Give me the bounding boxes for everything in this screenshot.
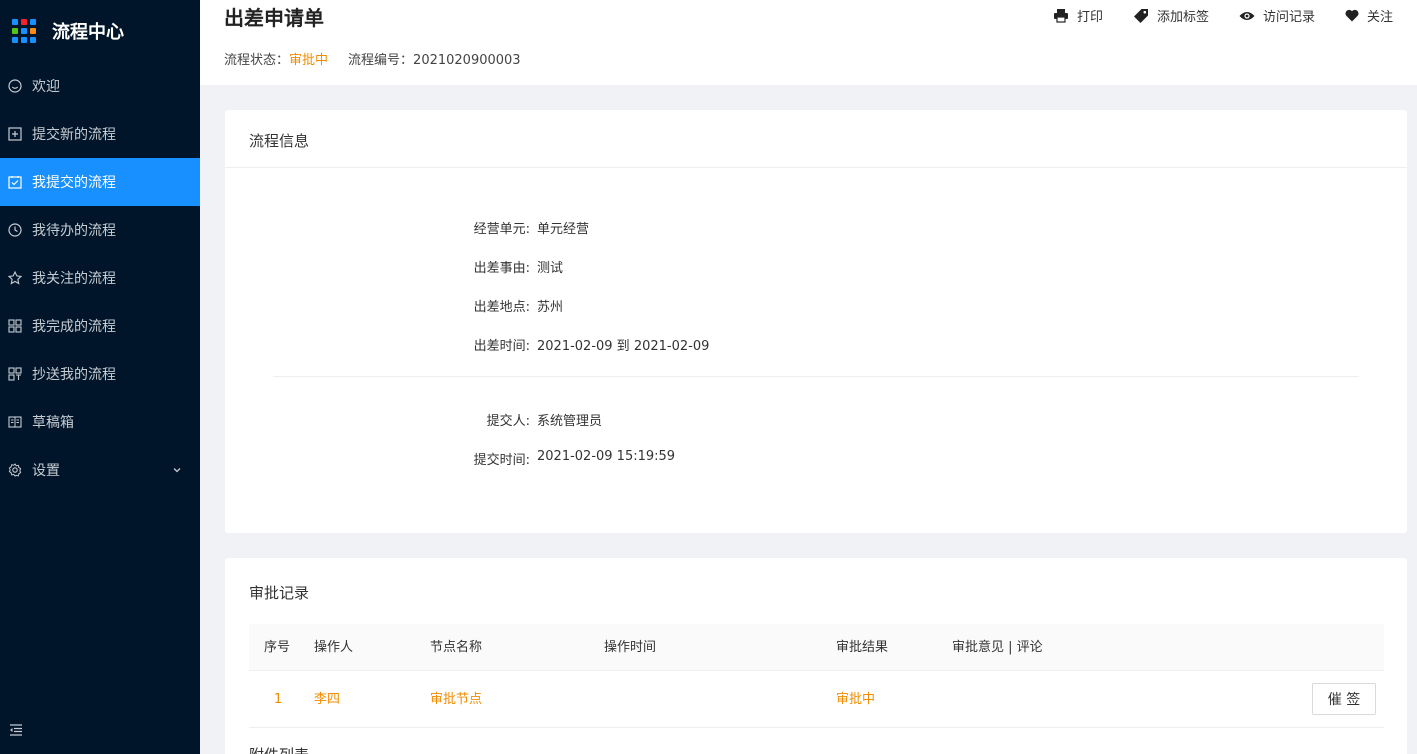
field-submit-time: 提交时间: 2021-02-09 15:19:59 xyxy=(225,449,1407,469)
book-icon xyxy=(8,415,22,429)
attachments-title: 附件列表 xyxy=(249,744,309,754)
field-label: 出差事由: xyxy=(473,261,530,276)
sidebar-item-cc-to-me[interactable]: 抄送我的流程 xyxy=(0,350,200,398)
field-value: 测试 xyxy=(537,261,564,276)
field-trip-location: 出差地点: 苏州 xyxy=(225,296,1407,316)
visit-log-button[interactable]: 访问记录 xyxy=(1239,6,1315,25)
divider xyxy=(225,167,1407,168)
smile-icon xyxy=(8,79,22,93)
page-header: 出差申请单 流程状态：审批中 流程编号：2021020900003 打印 添加标签… xyxy=(200,0,1417,85)
field-label: 经营单元: xyxy=(473,222,530,237)
row-result: 审批中 xyxy=(836,692,876,707)
field-trip-reason: 出差事由: 测试 xyxy=(225,257,1407,277)
divider xyxy=(273,376,1359,377)
field-submitter: 提交人: 系统管理员 xyxy=(225,410,1407,430)
brand[interactable]: 流程中心 xyxy=(0,0,200,62)
tag-icon xyxy=(1133,8,1148,23)
page-title: 出差申请单 xyxy=(224,6,324,30)
sidebar-item-my-todo[interactable]: 我待办的流程 xyxy=(0,206,200,254)
number-value: 2021020900003 xyxy=(413,53,521,68)
sidebar-item-welcome[interactable]: 欢迎 xyxy=(0,62,200,110)
sidebar-item-label: 草稿箱 xyxy=(32,415,74,431)
apps-grid-icon xyxy=(12,19,36,43)
gear-icon xyxy=(8,463,22,477)
appstore-icon xyxy=(8,319,22,333)
check-square-icon xyxy=(8,175,22,189)
column-header: 审批结果 xyxy=(836,640,889,655)
column-header: 序号 xyxy=(264,640,291,655)
number-label: 流程编号： xyxy=(348,53,414,68)
row-node[interactable]: 审批节点 xyxy=(430,671,482,728)
sidebar-item-label: 我完成的流程 xyxy=(32,319,116,335)
field-label: 出差地点: xyxy=(473,300,530,315)
field-value: 苏州 xyxy=(537,300,564,315)
field-label: 出差时间: xyxy=(473,339,530,354)
process-info-card: 流程信息 经营单元: 单元经营 出差事由: 测试 出差地点: 苏州 出差时间: … xyxy=(225,110,1407,533)
sidebar-item-submit-new[interactable]: 提交新的流程 xyxy=(0,110,200,158)
print-label: 打印 xyxy=(1076,10,1103,25)
clock-icon xyxy=(8,223,22,237)
printer-icon xyxy=(1053,8,1068,23)
sidebar-item-label: 我待办的流程 xyxy=(32,223,116,239)
status-label: 流程状态： xyxy=(224,53,290,68)
field-value: 系统管理员 xyxy=(537,414,603,429)
field-trip-time: 出差时间: 2021-02-09 到 2021-02-09 xyxy=(225,335,1407,355)
approval-records-title: 审批记录 xyxy=(249,584,310,602)
sidebar-item-label: 提交新的流程 xyxy=(32,127,116,143)
approval-records-card: 审批记录 序号 操作人 节点名称 操作时间 审批结果 审批意见 | 评论 1 李… xyxy=(225,558,1407,754)
sidebar-item-my-followed[interactable]: 我关注的流程 xyxy=(0,254,200,302)
menu-fold-icon[interactable] xyxy=(8,722,24,738)
urge-sign-button[interactable]: 催 签 xyxy=(1312,683,1376,715)
sidebar-item-label: 我提交的流程 xyxy=(32,175,116,191)
approval-table: 序号 操作人 节点名称 操作时间 审批结果 审批意见 | 评论 1 李四 审批节… xyxy=(249,624,1384,728)
add-tag-button[interactable]: 添加标签 xyxy=(1133,6,1209,25)
field-business-unit: 经营单元: 单元经营 xyxy=(225,218,1407,238)
field-label: 提交人: xyxy=(486,414,530,429)
sidebar-item-label: 抄送我的流程 xyxy=(32,367,116,383)
chevron-down-icon xyxy=(172,463,182,479)
field-label: 提交时间: xyxy=(473,453,530,468)
sidebar-item-label: 欢迎 xyxy=(32,79,60,95)
column-header: 审批意见 | 评论 xyxy=(952,640,1043,655)
sidebar-menu: 欢迎 提交新的流程 我提交的流程 我待办的流程 我关注的流程 我完成的流程 抄送… xyxy=(0,62,200,494)
sidebar-item-my-completed[interactable]: 我完成的流程 xyxy=(0,302,200,350)
copy-icon xyxy=(8,367,22,381)
app-title: 流程中心 xyxy=(52,22,124,43)
header-actions: 打印 添加标签 访问记录 关注 xyxy=(1023,6,1393,25)
plus-square-icon xyxy=(8,127,22,141)
follow-button[interactable]: 关注 xyxy=(1345,6,1393,25)
column-header: 操作时间 xyxy=(604,640,657,655)
field-value: 单元经营 xyxy=(537,222,590,237)
sidebar-item-label: 我关注的流程 xyxy=(32,271,116,287)
add-tag-label: 添加标签 xyxy=(1156,10,1209,25)
visit-log-label: 访问记录 xyxy=(1262,10,1315,25)
follow-label: 关注 xyxy=(1366,10,1393,25)
sidebar-item-settings[interactable]: 设置 xyxy=(0,446,200,494)
sidebar-item-my-submitted[interactable]: 我提交的流程 xyxy=(0,158,200,206)
sidebar-item-drafts[interactable]: 草稿箱 xyxy=(0,398,200,446)
process-info-title: 流程信息 xyxy=(249,132,310,150)
sidebar-item-label: 设置 xyxy=(32,463,60,479)
column-header: 节点名称 xyxy=(430,640,483,655)
column-header: 操作人 xyxy=(314,640,354,655)
table-header: 序号 操作人 节点名称 操作时间 审批结果 审批意见 | 评论 xyxy=(249,624,1384,671)
print-button[interactable]: 打印 xyxy=(1053,6,1103,25)
heart-icon xyxy=(1345,9,1359,22)
sidebar: 流程中心 欢迎 提交新的流程 我提交的流程 我待办的流程 我关注的流程 我完成的… xyxy=(0,0,200,754)
row-operator[interactable]: 李四 xyxy=(314,671,340,728)
status-line: 流程状态：审批中 流程编号：2021020900003 xyxy=(224,49,521,68)
field-value: 2021-02-09 到 2021-02-09 xyxy=(537,339,710,354)
table-row: 1 李四 审批节点 审批中 催 签 xyxy=(249,671,1384,728)
status-value: 审批中 xyxy=(289,53,329,68)
star-icon xyxy=(8,271,22,285)
row-index: 1 xyxy=(274,692,283,707)
eye-icon xyxy=(1239,11,1255,20)
field-value: 2021-02-09 15:19:59 xyxy=(537,449,676,464)
